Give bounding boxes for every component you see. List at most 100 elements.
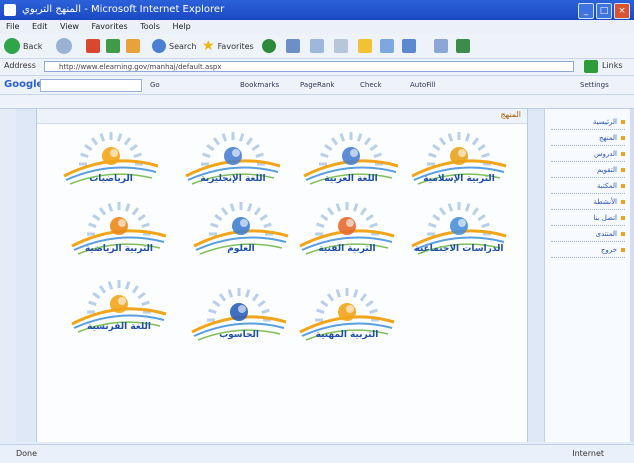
history-icon [286, 39, 300, 53]
sidebar-item-label: الرئيسية [592, 118, 617, 126]
google-search-input[interactable] [40, 79, 142, 92]
print-icon [334, 39, 348, 53]
menu-favorites[interactable]: Favorites [92, 22, 128, 31]
back-label: Back [23, 41, 43, 51]
links-label[interactable]: Links [602, 61, 623, 70]
sidebar-item-library[interactable]: المكتبة [551, 179, 625, 194]
messenger-button[interactable] [402, 37, 416, 55]
menu-file[interactable]: File [6, 22, 19, 31]
discuss-button[interactable] [380, 37, 394, 55]
sidebar-item-activities[interactable]: الأنشطة [551, 195, 625, 210]
google-autofill-button[interactable]: AutoFill [410, 79, 436, 91]
edit-icon [358, 39, 372, 53]
stop-icon [86, 39, 100, 53]
print-button[interactable] [334, 37, 348, 55]
favorites-label: Favorites [217, 41, 254, 51]
links-bar [0, 95, 634, 109]
forward-arrow-icon [56, 38, 72, 54]
subject-tile[interactable]: اللغة العربية [302, 122, 400, 190]
tile-label: التربية المهنية [315, 330, 379, 340]
sidebar-item-contact[interactable]: اتصل بنا [551, 211, 625, 226]
messenger-icon [402, 39, 416, 53]
back-button[interactable]: Back [4, 37, 42, 55]
subject-tile[interactable]: الحاسوب [190, 278, 288, 346]
maximize-button[interactable]: □ [596, 3, 612, 19]
subject-tile[interactable]: اللغة الإنجليزية [184, 122, 282, 190]
google-go-button[interactable]: Go [150, 79, 160, 91]
google-bookmarks-button[interactable]: Bookmarks [240, 79, 279, 91]
google-pagerank[interactable]: PageRank [300, 79, 334, 91]
edit-button[interactable] [358, 37, 372, 55]
tile-label: اللغة الفرنسية [86, 322, 152, 332]
tile-label: اللغة الإنجليزية [200, 174, 266, 184]
sidebar-item-lessons[interactable]: الدروس [551, 147, 625, 162]
sidebar-item-label: المكتبة [597, 182, 617, 190]
close-button[interactable]: × [614, 3, 630, 19]
google-settings-button[interactable]: Settings [580, 79, 609, 91]
minimize-button[interactable]: _ [578, 3, 594, 19]
frame-title: المنهج [500, 110, 521, 119]
status-bar: Done Internet [0, 444, 634, 463]
search-icon [152, 39, 166, 53]
subject-tile[interactable]: التربية الإسلامية [410, 122, 508, 190]
sidebar-item-evaluation[interactable]: التقويم [551, 163, 625, 178]
address-input[interactable]: http://www.elearning.gov/manhaj/default.… [44, 61, 574, 72]
back-arrow-icon [4, 38, 20, 54]
mail-button[interactable] [310, 37, 324, 55]
menu-view[interactable]: View [60, 22, 79, 31]
tools-icon [456, 39, 470, 53]
go-button[interactable] [584, 60, 598, 73]
search-label: Search [169, 41, 197, 51]
subject-tile[interactable]: الدراسات الاجتماعية [410, 192, 508, 260]
menu-help[interactable]: Help [172, 22, 190, 31]
scrollbar[interactable] [630, 109, 634, 442]
subject-tile[interactable]: التربية الفنية [298, 192, 396, 260]
subject-tile[interactable]: التربية المهنية [298, 278, 396, 346]
sidebar-item-label: اتصل بنا [593, 214, 617, 222]
stop-button[interactable] [86, 37, 100, 55]
history-button[interactable] [286, 37, 300, 55]
sidebar-item-label: المنتدى [595, 230, 617, 238]
sidebar: الرئيسية المنهج الدروس التقويم المكتبة ا… [544, 109, 631, 442]
menu-tools[interactable]: Tools [140, 22, 160, 31]
sidebar-item-exit[interactable]: خروج [551, 243, 625, 258]
title-bar: المنهج التربوي - Microsoft Internet Expl… [0, 0, 634, 20]
security-zone: Internet [572, 449, 604, 458]
tile-label: اللغة العربية [324, 174, 378, 184]
address-bar: Address http://www.elearning.gov/manhaj/… [0, 59, 634, 76]
favorites-button[interactable]: ★ Favorites [202, 37, 254, 55]
home-button[interactable] [126, 37, 140, 55]
sidebar-item-label: الدروس [593, 150, 617, 158]
tile-label: الحاسوب [219, 330, 259, 340]
subject-tile[interactable]: التربية الرياضية [70, 192, 168, 260]
subject-tile[interactable]: العلوم [192, 192, 290, 260]
sidebar-item-home[interactable]: الرئيسية [551, 115, 625, 130]
sidebar-item-label: خروج [600, 246, 617, 254]
media-icon [262, 39, 276, 53]
forward-button[interactable] [56, 37, 72, 55]
search-button[interactable]: Search [152, 37, 196, 55]
media-button[interactable] [262, 37, 276, 55]
sidebar-item-label: المنهج [599, 134, 617, 142]
tile-label: التربية الإسلامية [423, 174, 495, 184]
research-icon [434, 39, 448, 53]
menu-edit[interactable]: Edit [32, 22, 48, 31]
research-button[interactable] [434, 37, 448, 55]
window-title: المنهج التربوي - Microsoft Internet Expl… [22, 4, 225, 15]
google-check-button[interactable]: Check [360, 79, 382, 91]
tile-label: التربية الرياضية [84, 244, 154, 254]
google-logo: Google [4, 79, 44, 90]
tile-label: العلوم [227, 244, 255, 254]
tile-label: التربية الفنية [318, 244, 376, 254]
mail-icon [310, 39, 324, 53]
tools-button[interactable] [456, 37, 470, 55]
tile-label: الدراسات الاجتماعية [414, 244, 504, 254]
refresh-button[interactable] [106, 37, 120, 55]
subject-tile[interactable]: الرياضيات [62, 122, 160, 190]
sidebar-item-curriculum[interactable]: المنهج [551, 131, 625, 146]
sidebar-item-forum[interactable]: المنتدى [551, 227, 625, 242]
subject-tile[interactable]: اللغة الفرنسية [70, 270, 168, 338]
google-toolbar: Google Go Bookmarks PageRank Check AutoF… [0, 76, 634, 95]
status-text: Done [16, 449, 38, 458]
address-label: Address [4, 61, 36, 70]
